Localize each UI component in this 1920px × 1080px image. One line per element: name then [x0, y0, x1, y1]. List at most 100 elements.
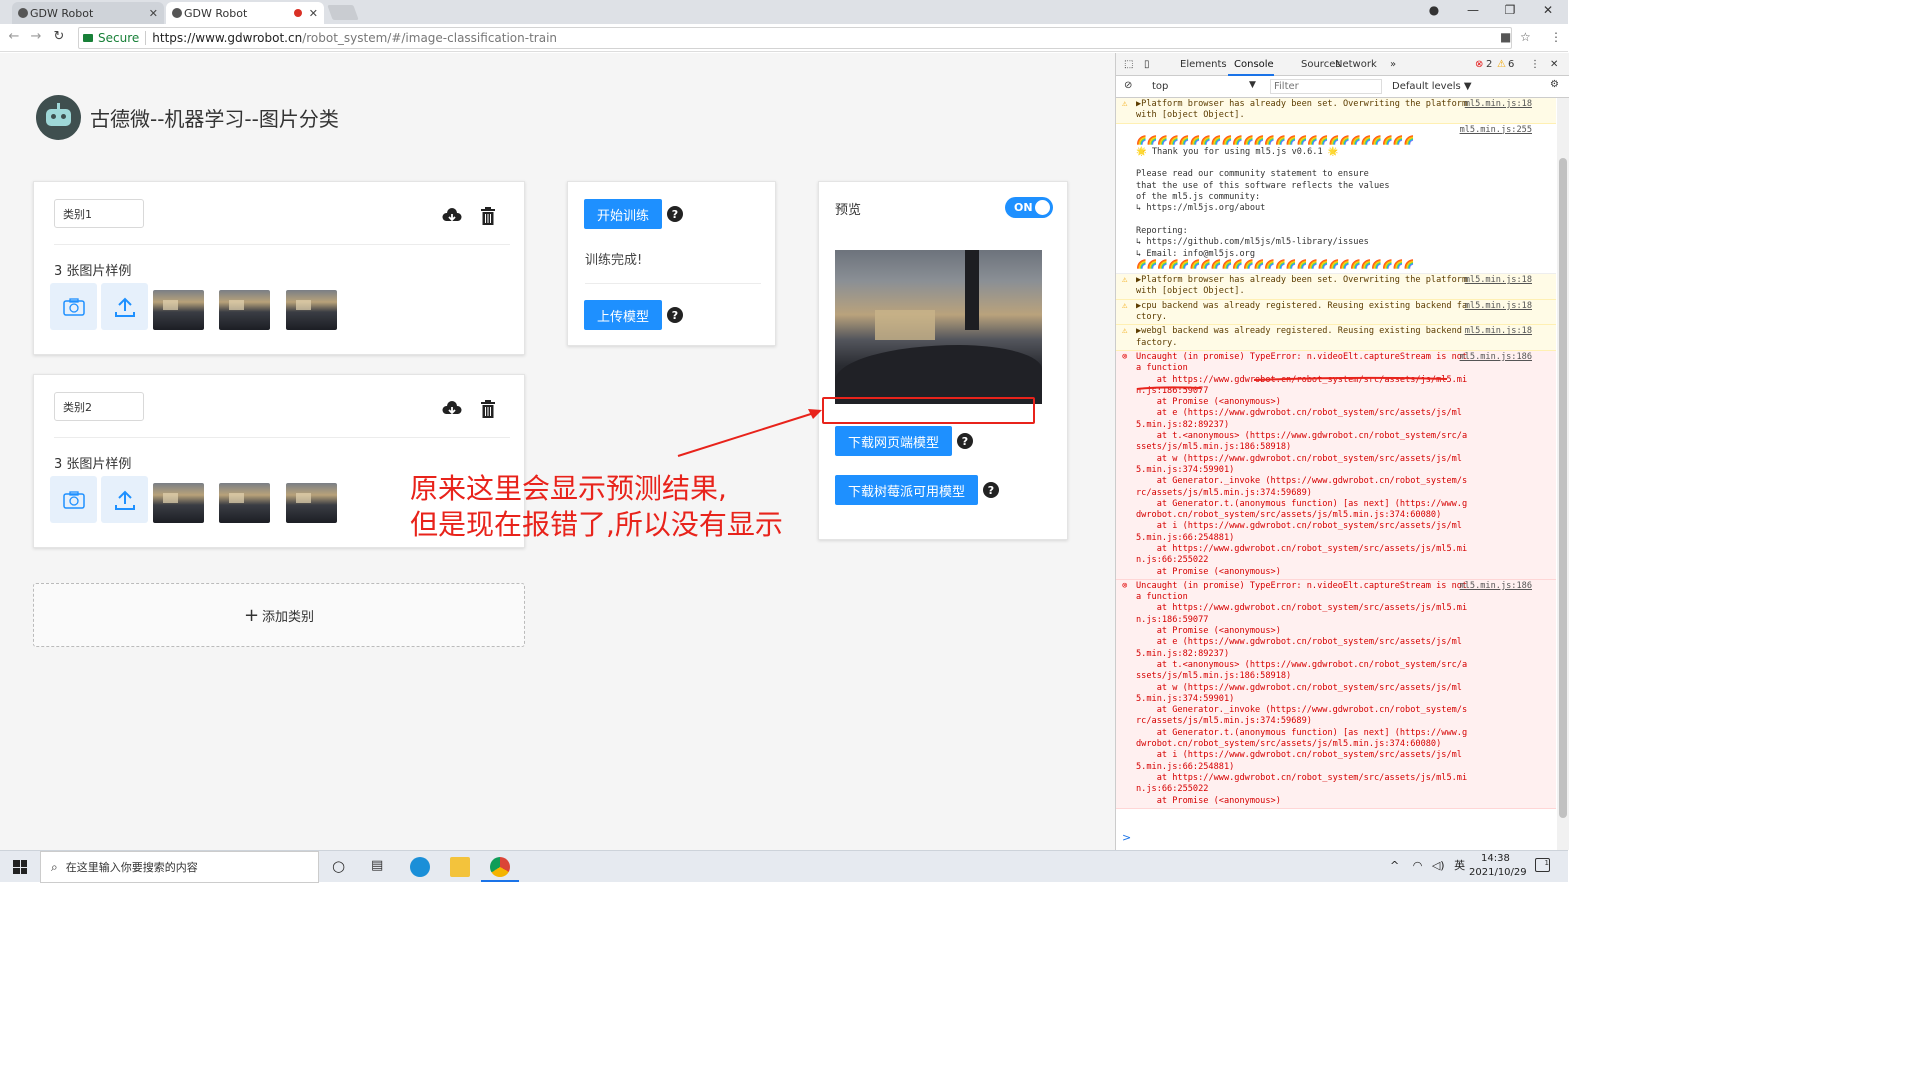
- stack-trace-line[interactable]: at e (https://www.gdwrobot.cn/robot_syst…: [1136, 408, 1470, 431]
- stack-trace-line[interactable]: at t.<anonymous> (https://www.gdwrobot.c…: [1136, 660, 1470, 683]
- stack-trace-line[interactable]: at Generator.t.(anonymous function) [as …: [1136, 728, 1470, 751]
- file-explorer-icon[interactable]: [450, 857, 470, 877]
- console-message-info[interactable]: 🌈🌈🌈🌈🌈🌈🌈🌈🌈🌈🌈🌈🌈🌈🌈🌈🌈🌈🌈🌈🌈🌈🌈🌈🌈🌈 🌟 Thank you f…: [1116, 124, 1556, 275]
- clock-time[interactable]: 14:38: [1481, 853, 1510, 864]
- chevron-down-icon[interactable]: ▼: [1249, 80, 1256, 90]
- more-tabs-icon[interactable]: »: [1390, 59, 1396, 70]
- browser-tab-1[interactable]: GDW Robot ✕: [12, 2, 164, 24]
- console-scrollbar[interactable]: [1557, 98, 1569, 850]
- help-icon[interactable]: ?: [983, 482, 999, 498]
- clock-date[interactable]: 2021/10/29: [1469, 867, 1527, 878]
- webcam-capture-button[interactable]: [50, 476, 97, 523]
- taskbar-search-box[interactable]: ⌕ 在这里输入你要搜索的内容: [40, 851, 319, 883]
- ime-indicator[interactable]: 英: [1454, 859, 1465, 872]
- download-cloud-icon[interactable]: [442, 206, 462, 226]
- console-message-warn[interactable]: ⚠ ▶webgl backend was already registered. …: [1116, 325, 1556, 351]
- console-message-err[interactable]: ⊗ Uncaught (in promise) TypeError: n.vide…: [1116, 579, 1556, 809]
- close-tab-icon[interactable]: ✕: [149, 7, 158, 20]
- stack-trace-line[interactable]: at Generator._invoke (https://www.gdwrob…: [1136, 476, 1470, 499]
- log-levels-select[interactable]: Default levels ▼: [1392, 81, 1472, 92]
- devtools-close-icon[interactable]: ✕: [1550, 59, 1558, 70]
- console-source-link[interactable]: ml5.min.js:18: [1465, 99, 1532, 110]
- stack-trace-line[interactable]: at Promise (<anonymous>): [1136, 567, 1470, 578]
- stack-trace-line[interactable]: at t.<anonymous> (https://www.gdwrobot.c…: [1136, 431, 1470, 454]
- stack-trace-line[interactable]: at https://www.gdwrobot.cn/robot_system/…: [1136, 773, 1470, 796]
- stack-trace-line[interactable]: at i (https://www.gdwrobot.cn/robot_syst…: [1136, 750, 1470, 773]
- console-source-link[interactable]: ml5.min.js:18: [1465, 326, 1532, 337]
- stack-trace-line[interactable]: at w (https://www.gdwrobot.cn/robot_syst…: [1136, 683, 1470, 706]
- console-settings-icon[interactable]: ⚙: [1550, 79, 1559, 90]
- reload-icon[interactable]: ↻: [51, 29, 67, 44]
- restore-icon[interactable]: ❐: [1500, 3, 1520, 17]
- class-name-input[interactable]: [54, 199, 144, 228]
- console-source-link[interactable]: ml5.min.js:186: [1460, 352, 1532, 363]
- stack-trace-line[interactable]: at w (https://www.gdwrobot.cn/robot_syst…: [1136, 454, 1470, 477]
- add-class-button[interactable]: + 添加类别: [33, 583, 525, 647]
- stack-trace-line[interactable]: at e (https://www.gdwrobot.cn/robot_syst…: [1136, 637, 1470, 660]
- sample-thumbnail[interactable]: [219, 483, 270, 523]
- help-icon[interactable]: ?: [667, 206, 683, 222]
- window-close-icon[interactable]: ✕: [1538, 3, 1558, 17]
- volume-icon[interactable]: ◁): [1432, 859, 1445, 872]
- sample-thumbnail[interactable]: [153, 290, 204, 330]
- sample-thumbnail[interactable]: [153, 483, 204, 523]
- preview-toggle[interactable]: ON: [1005, 197, 1053, 218]
- close-tab-icon[interactable]: ✕: [309, 7, 318, 20]
- devtools-menu-icon[interactable]: ⋮: [1530, 59, 1540, 70]
- console-source-link[interactable]: ml5.min.js:186: [1460, 581, 1532, 592]
- clear-console-icon[interactable]: ⊘: [1124, 80, 1132, 91]
- help-icon[interactable]: ?: [957, 433, 973, 449]
- stack-trace-line[interactable]: at Generator.t.(anonymous function) [as …: [1136, 499, 1470, 522]
- new-tab-button[interactable]: [327, 5, 359, 20]
- arrow-left-icon[interactable]: ←: [6, 29, 22, 44]
- stack-trace-line[interactable]: at https://www.gdwrobot.cn/robot_system/…: [1136, 603, 1470, 626]
- console-source-link[interactable]: ml5.min.js:255: [1460, 125, 1532, 136]
- task-view-icon[interactable]: ▤: [371, 858, 383, 873]
- windows-start-icon[interactable]: [13, 860, 27, 874]
- context-select[interactable]: top: [1152, 81, 1168, 92]
- inspect-icon[interactable]: ⬚: [1124, 59, 1133, 70]
- download-web-model-button[interactable]: 下载网页端模型: [835, 426, 952, 456]
- sample-thumbnail[interactable]: [219, 290, 270, 330]
- console-source-link[interactable]: ml5.min.js:18: [1465, 301, 1532, 312]
- console-message-warn[interactable]: ⚠ ▶Platform browser has already been set.…: [1116, 274, 1556, 300]
- address-bar[interactable]: Secure https://www.gdwrobot.cn /robot_sy…: [78, 27, 1512, 49]
- console-prompt[interactable]: >: [1122, 831, 1131, 844]
- sample-thumbnail[interactable]: [286, 483, 337, 523]
- tab-elements[interactable]: Elements: [1180, 59, 1227, 70]
- help-icon[interactable]: ?: [667, 307, 683, 323]
- stack-trace-line[interactable]: at i (https://www.gdwrobot.cn/robot_syst…: [1136, 521, 1470, 544]
- webcam-capture-button[interactable]: [50, 283, 97, 330]
- stack-trace-line[interactable]: at Promise (<anonymous>): [1136, 626, 1470, 637]
- minimize-icon[interactable]: —: [1463, 3, 1483, 17]
- profile-icon[interactable]: ●: [1424, 3, 1444, 17]
- kebab-menu-icon[interactable]: ⋮: [1550, 30, 1562, 44]
- console-source-link[interactable]: ml5.min.js:18: [1465, 275, 1532, 286]
- console-message-warn[interactable]: ⚠ ▶cpu backend was already registered. Re…: [1116, 299, 1556, 326]
- download-cloud-icon[interactable]: [442, 399, 462, 419]
- camera-icon[interactable]: ■: [1500, 30, 1511, 44]
- console-filter-input[interactable]: [1270, 79, 1382, 94]
- device-toggle-icon[interactable]: ▯: [1144, 59, 1150, 70]
- trash-icon[interactable]: [480, 399, 496, 419]
- error-count-icon[interactable]: ⊗: [1475, 59, 1483, 70]
- cortana-icon[interactable]: ○: [332, 857, 345, 875]
- upload-image-button[interactable]: [101, 476, 148, 523]
- stack-trace-line[interactable]: at https://www.gdwrobot.cn/robot_system/…: [1136, 544, 1470, 567]
- chrome-icon[interactable]: [490, 857, 510, 877]
- class-name-input[interactable]: [54, 392, 144, 421]
- star-icon[interactable]: ☆: [1520, 30, 1531, 44]
- wifi-icon[interactable]: ◠: [1413, 859, 1423, 872]
- sample-thumbnail[interactable]: [286, 290, 337, 330]
- tab-network[interactable]: Network: [1335, 59, 1377, 70]
- edge-icon[interactable]: [410, 857, 430, 877]
- arrow-right-icon[interactable]: →: [28, 29, 44, 44]
- chevron-up-icon[interactable]: ^: [1390, 859, 1399, 872]
- stack-trace-line[interactable]: at Generator._invoke (https://www.gdwrob…: [1136, 705, 1470, 728]
- trash-icon[interactable]: [480, 206, 496, 226]
- download-pi-model-button[interactable]: 下载树莓派可用模型: [835, 475, 978, 505]
- scrollbar-thumb[interactable]: [1559, 158, 1567, 818]
- stack-trace-line[interactable]: at Promise (<anonymous>): [1136, 796, 1470, 807]
- upload-image-button[interactable]: [101, 283, 148, 330]
- upload-model-button[interactable]: 上传模型: [584, 300, 662, 330]
